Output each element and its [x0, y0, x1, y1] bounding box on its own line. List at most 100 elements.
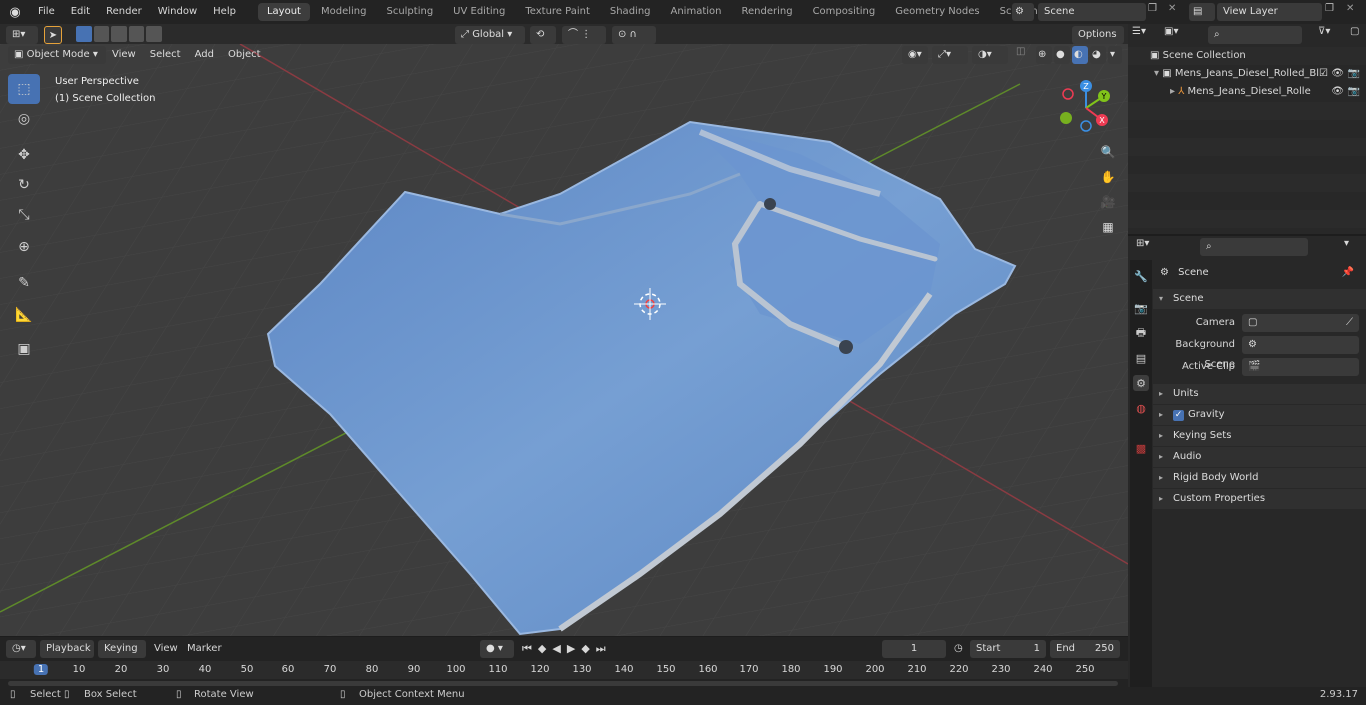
rotate-tool-icon[interactable]: ↻ [8, 170, 40, 200]
outliner-editor-icon[interactable]: ☰▾ [1132, 26, 1162, 44]
material-shading-icon[interactable]: ◐ [1072, 46, 1088, 64]
properties-options-icon[interactable]: ▾ [1344, 238, 1360, 256]
zoom-icon[interactable]: 🔍 [1097, 141, 1119, 163]
shading-options-icon[interactable]: ▾ [1108, 46, 1122, 64]
viewport-menu-add[interactable]: Add [195, 46, 214, 64]
start-frame-field[interactable]: Start 1 [970, 640, 1046, 658]
viewport-menu-object[interactable]: Object [228, 46, 261, 64]
checkbox-icon[interactable]: ☑ [1319, 65, 1328, 83]
timeline-editor-icon[interactable]: ◷▾ [6, 640, 36, 658]
play-reverse-icon[interactable]: ◀ [552, 640, 560, 658]
select-tool-icon[interactable]: ➤ [44, 26, 62, 44]
overlay-toggle-icon[interactable]: ◑▾ [972, 46, 1008, 64]
delete-view-layer-icon[interactable]: ✕ [1346, 3, 1360, 21]
editor-type-button[interactable]: ⊞▾ [6, 26, 38, 44]
copy-scene-icon[interactable]: ❐ [1148, 3, 1164, 21]
xray-icon[interactable]: ◫ [1016, 46, 1032, 64]
prev-keyframe-icon[interactable]: ◆ [538, 640, 546, 658]
keying-menu[interactable]: Keying ▾ [98, 640, 146, 672]
viewport-menu-view[interactable]: View [112, 46, 136, 64]
scale-tool-icon[interactable]: ⤡ [8, 200, 40, 230]
wireframe-shading-icon[interactable]: ⊕ [1036, 46, 1052, 64]
blender-logo-icon[interactable]: ◉ [0, 0, 30, 24]
expand-arrow-icon[interactable]: ▾ [1154, 68, 1159, 79]
tab-compositing[interactable]: Compositing [804, 3, 885, 21]
tool-properties-icon[interactable]: 🔧 [1133, 268, 1149, 284]
options-dropdown[interactable]: Options ▾ [1072, 26, 1124, 58]
outliner-filter-icon[interactable]: ⊽▾ [1318, 26, 1348, 44]
annotate-tool-icon[interactable]: ✎ [8, 268, 40, 298]
outliner-row-collection[interactable]: ▾ ▣ Mens_Jeans_Diesel_Rolled_Bl ☑ 👁 📷 [1128, 65, 1366, 83]
scene-properties-icon[interactable]: ⚙ [1133, 375, 1149, 391]
world-properties-icon[interactable]: ◍ [1133, 400, 1149, 416]
current-frame-field[interactable]: 1 [882, 640, 946, 658]
pivot-point-icon[interactable]: ⟲ [530, 26, 556, 44]
rendered-shading-icon[interactable]: ◕ [1090, 46, 1106, 64]
3d-viewport[interactable]: User Perspective (1) Scene Collection ⬚ … [0, 44, 1128, 636]
tab-uv-editing[interactable]: UV Editing [444, 3, 514, 21]
camera-field[interactable]: ▢ ⟋ [1242, 314, 1359, 332]
transform-orientation-dropdown[interactable]: ⤢ Global ▾ [455, 26, 525, 44]
playback-menu[interactable]: Playback ▾ [40, 640, 94, 672]
select-invert-icon[interactable] [128, 26, 145, 42]
scene-name-field[interactable]: Scene [1038, 3, 1146, 21]
scene-type-icon[interactable]: ⚙ [1012, 3, 1034, 21]
custom-properties-panel[interactable]: ▸ Custom Properties [1153, 489, 1366, 509]
audio-panel[interactable]: ▸ Audio [1153, 447, 1366, 467]
timeline-menu-view[interactable]: View [154, 640, 178, 658]
eye-icon[interactable]: 👁 [1331, 83, 1344, 101]
snap-icon[interactable]: ⌒ ⋮ [562, 26, 606, 44]
background-scene-field[interactable]: ⚙ [1242, 336, 1359, 354]
keying-sets-panel[interactable]: ▸ Keying Sets [1153, 426, 1366, 446]
render-properties-icon[interactable]: 📷 [1133, 300, 1149, 316]
outliner-search-input[interactable]: ⌕ [1208, 26, 1302, 44]
add-cube-tool-icon[interactable]: ▣ [8, 334, 40, 364]
tab-shading[interactable]: Shading [601, 3, 660, 21]
transform-tool-icon[interactable]: ⊕ [8, 232, 40, 262]
mode-dropdown[interactable]: ▣ Object Mode ▾ [8, 46, 106, 64]
camera-icon[interactable]: 📷 [1348, 65, 1360, 83]
scene-panel-header[interactable]: ▾ Scene [1153, 289, 1366, 309]
navigation-gizmo[interactable]: Z Y X [1056, 78, 1116, 138]
select-extend-icon[interactable] [93, 26, 110, 42]
texture-properties-icon[interactable]: ▩ [1133, 440, 1149, 456]
tab-texture-paint[interactable]: Texture Paint [516, 3, 599, 21]
measure-tool-icon[interactable]: 📐 [8, 300, 40, 330]
select-subtract-icon[interactable] [111, 26, 127, 42]
tab-rendering[interactable]: Rendering [732, 3, 801, 21]
play-icon[interactable]: ▶ [567, 640, 575, 658]
gravity-checkbox[interactable]: ✓ [1173, 410, 1184, 421]
select-box-tool-icon[interactable]: ⬚ [8, 74, 40, 104]
tab-layout[interactable]: Layout [257, 3, 310, 21]
eye-icon[interactable]: 👁 [1331, 65, 1344, 83]
view-layer-field[interactable]: View Layer [1217, 3, 1322, 21]
outliner-display-mode-icon[interactable]: ▣▾ [1164, 26, 1194, 44]
tab-modeling[interactable]: Modeling [312, 3, 376, 21]
viewport-menu-select[interactable]: Select [150, 46, 181, 64]
new-collection-icon[interactable]: ▢ [1350, 26, 1364, 44]
camera-view-icon[interactable]: 🎥 [1097, 191, 1119, 213]
select-new-icon[interactable] [76, 26, 92, 42]
grid-ortho-icon[interactable]: ▦ [1097, 216, 1119, 238]
pan-hand-icon[interactable]: ✋ [1097, 166, 1119, 188]
jump-start-icon[interactable]: ⏮ [522, 640, 532, 658]
cursor-tool-icon[interactable]: ◎ [8, 104, 40, 134]
properties-search-input[interactable]: ⌕ [1200, 238, 1308, 256]
stopwatch-icon[interactable]: ◷ [954, 640, 968, 658]
rigid-body-world-panel[interactable]: ▸ Rigid Body World [1153, 468, 1366, 488]
tab-geometry-nodes[interactable]: Geometry Nodes [886, 3, 988, 21]
copy-view-layer-icon[interactable]: ❐ [1325, 3, 1341, 21]
view-layer-properties-icon[interactable]: ▤ [1133, 350, 1149, 366]
menu-help[interactable]: Help [205, 0, 244, 24]
menu-render[interactable]: Render [98, 0, 150, 24]
visibility-icon[interactable]: ◉▾ [902, 46, 928, 64]
output-properties-icon[interactable]: 🖶 [1133, 325, 1149, 341]
outliner-row-object[interactable]: ▸ ⅄ Mens_Jeans_Diesel_Rolle 👁 📷 [1128, 83, 1366, 101]
menu-edit[interactable]: Edit [63, 0, 98, 24]
next-keyframe-icon[interactable]: ◆ [581, 640, 589, 658]
gravity-panel[interactable]: ▸ ✓ Gravity [1153, 405, 1366, 425]
solid-shading-icon[interactable]: ● [1054, 46, 1070, 64]
gizmo-toggle-icon[interactable]: ⤢▾ [932, 46, 968, 64]
pin-icon[interactable]: 📌 [1342, 264, 1354, 282]
menu-window[interactable]: Window [150, 0, 205, 24]
